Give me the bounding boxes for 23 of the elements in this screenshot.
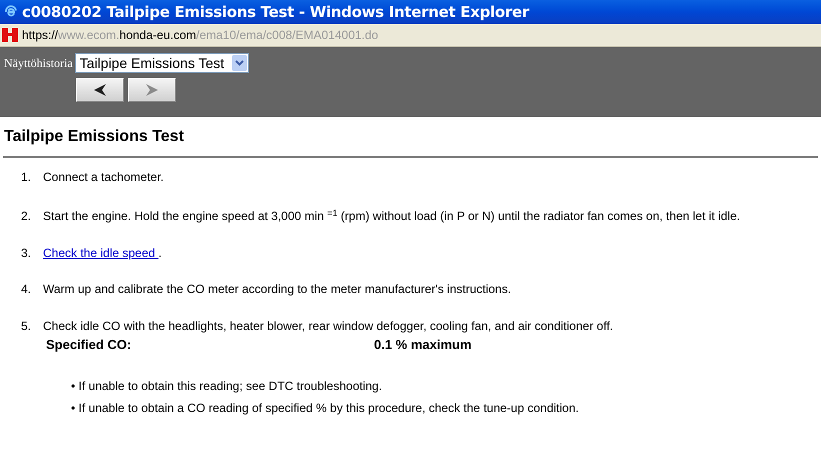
step-text: Connect a tachometer. bbox=[43, 169, 164, 186]
page-heading: Tailpipe Emissions Test bbox=[3, 127, 185, 147]
step-number: 1. bbox=[20, 169, 32, 186]
step-text: Warm up and calibrate the CO meter according to the meter manufacturer's instructions. bbox=[43, 281, 512, 298]
site-logo-icon bbox=[2, 28, 18, 42]
url-text[interactable]: https://www.ecom.honda-eu.com/ema10/ema/c008/EMA014001.do bbox=[22, 26, 378, 44]
step-text: Check idle CO with the headlights, heater blower, rear window defogger, cooling fan, and air conditioner off. bbox=[43, 318, 614, 335]
window-title: c0080202 Tailpipe Emissions Test - Windows Internet Explorer bbox=[22, 2, 529, 23]
spec-value: 0.1 % maximum bbox=[374, 336, 472, 354]
history-label: Näyttöhistoria bbox=[4, 55, 73, 72]
history-select[interactable]: Tailpipe Emissions Test bbox=[74, 53, 250, 73]
back-button[interactable] bbox=[76, 78, 124, 102]
note-text: • If unable to obtain a CO reading of specified % by this procedure, check the tune-up condition. bbox=[71, 400, 579, 416]
step-number: 4. bbox=[20, 281, 32, 298]
idle-speed-link[interactable]: Check the idle speed bbox=[43, 246, 158, 260]
step-text: . bbox=[158, 246, 162, 260]
browser-logo-icon bbox=[4, 5, 18, 19]
step-number: 3. bbox=[20, 245, 32, 262]
note-text: • If unable to obtain this reading; see DTC troubleshooting. bbox=[71, 378, 382, 394]
spec-label: Specified CO: bbox=[46, 336, 132, 354]
step-number: 5. bbox=[20, 318, 32, 335]
step-text: Start the engine. Hold the engine speed at 3,000 min $^{=1}$ (rpm) without load (in P or N) until the radiator fan comes on, then let it idle. bbox=[43, 207, 740, 225]
step-number: 2. bbox=[20, 208, 32, 225]
